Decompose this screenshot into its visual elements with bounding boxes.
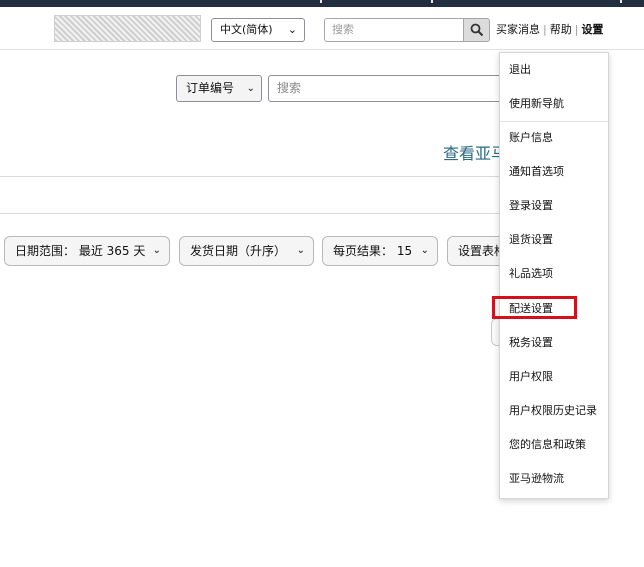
header-divider xyxy=(0,49,644,50)
menu-item-fulfillment-by-amazon[interactable]: 亚马逊物流 xyxy=(509,471,564,487)
section-divider xyxy=(0,176,500,177)
order-field-select-value: 订单编号 xyxy=(186,81,235,95)
chevron-down-icon: ⌄ xyxy=(152,245,161,256)
chevron-down-icon: ⌄ xyxy=(296,245,305,256)
language-select-value: 中文(简体) xyxy=(220,23,273,36)
highlight-annotation-box xyxy=(492,296,577,319)
chevron-down-icon: ⌄ xyxy=(287,23,297,36)
top-bar-mark xyxy=(320,0,322,3)
view-link[interactable]: 查看亚马逊... xyxy=(443,140,501,164)
header-search-input[interactable]: 搜索 xyxy=(324,18,464,42)
store-name-redacted xyxy=(54,15,201,42)
help-link[interactable]: 帮助 xyxy=(550,23,572,36)
menu-item-user-permissions-history[interactable]: 用户权限历史记录 xyxy=(509,403,597,419)
menu-item-account-info[interactable]: 账户信息 xyxy=(509,130,553,146)
header-search-placeholder: 搜索 xyxy=(332,23,354,36)
sort-label: 发货日期（升序） xyxy=(190,244,287,258)
link-separator: | xyxy=(574,23,579,36)
order-search-placeholder: 搜索 xyxy=(277,81,302,95)
menu-divider xyxy=(500,121,608,122)
sort-filter[interactable]: 发货日期（升序） ⌄ xyxy=(179,236,314,266)
top-bar-mark xyxy=(431,0,433,3)
menu-item-notification-preferences[interactable]: 通知首选项 xyxy=(509,164,564,180)
chevron-down-icon: ⌄ xyxy=(420,245,429,256)
link-separator: | xyxy=(543,23,547,36)
chevron-down-icon: ⌄ xyxy=(246,83,255,94)
date-range-label: 日期范围： 最近 365 天 xyxy=(15,244,146,258)
order-search-input[interactable]: 搜索 xyxy=(268,75,508,102)
section-divider xyxy=(0,213,500,214)
top-navigation-bar xyxy=(0,0,644,7)
menu-item-tax-settings[interactable]: 税务设置 xyxy=(509,335,553,351)
buyer-messages-link[interactable]: 买家消息 xyxy=(496,23,540,36)
menu-item-use-new-navigation[interactable]: 使用新导航 xyxy=(509,96,564,112)
order-field-select[interactable]: 订单编号 ⌄ xyxy=(176,75,262,102)
settings-link[interactable]: 设置 xyxy=(581,23,603,36)
date-range-filter[interactable]: 日期范围： 最近 365 天 ⌄ xyxy=(4,236,170,266)
top-bar-mark xyxy=(620,0,622,3)
menu-item-your-info-and-policies[interactable]: 您的信息和政策 xyxy=(509,437,586,453)
menu-item-login-settings[interactable]: 登录设置 xyxy=(509,198,553,214)
results-per-page-filter[interactable]: 每页结果： 15 ⌄ xyxy=(322,236,438,266)
settings-dropdown-menu: 退出 使用新导航 账户信息 通知首选项 登录设置 退货设置 礼品选项 配送设置 … xyxy=(499,52,609,499)
search-button[interactable] xyxy=(464,18,490,42)
language-select[interactable]: 中文(简体) ⌄ xyxy=(211,18,305,42)
menu-item-return-settings[interactable]: 退货设置 xyxy=(509,232,553,248)
results-per-page-label: 每页结果： 15 xyxy=(333,244,413,258)
menu-item-user-permissions[interactable]: 用户权限 xyxy=(509,369,553,385)
seller-central-page: 中文(简体) ⌄ 搜索 买家消息|帮助|设置 订单编号 ⌄ 搜索 查看亚马逊..… xyxy=(0,0,644,567)
search-icon xyxy=(470,23,484,37)
menu-item-logout[interactable]: 退出 xyxy=(509,62,531,78)
header-links: 买家消息 | 帮助 | 设置 xyxy=(496,20,603,40)
menu-item-gift-options[interactable]: 礼品选项 xyxy=(509,266,553,282)
